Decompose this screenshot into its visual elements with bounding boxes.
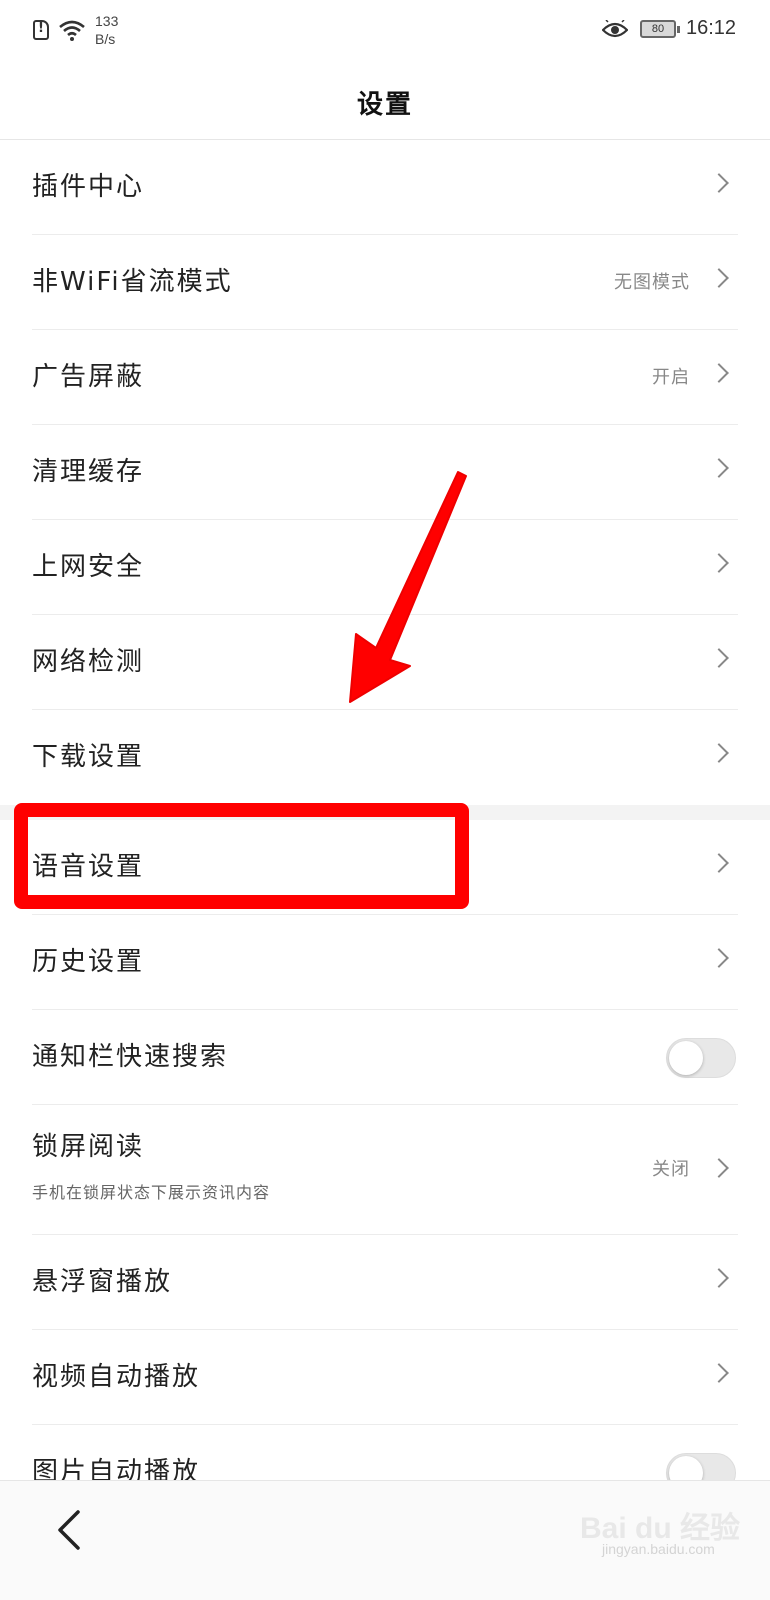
setting-floating-window[interactable]: 悬浮窗播放 <box>0 1235 770 1330</box>
chevron-right-icon <box>709 268 729 288</box>
setting-download[interactable]: 下载设置 <box>0 710 770 805</box>
setting-value: 无图模式 <box>614 272 690 293</box>
setting-label: 历史设置 <box>32 947 145 977</box>
wifi-icon <box>59 20 85 41</box>
setting-label: 插件中心 <box>32 172 145 202</box>
clock: 16:12 <box>686 17 737 39</box>
setting-value: 关闭 <box>652 1159 690 1180</box>
battery-icon: 80 <box>640 20 680 38</box>
setting-label: 网络检测 <box>32 647 145 677</box>
setting-label: 视频自动播放 <box>32 1362 201 1392</box>
page-title: 设置 <box>356 90 413 120</box>
setting-label: 悬浮窗播放 <box>32 1267 173 1297</box>
status-bar: 133 B/s 80 16:12 <box>0 0 770 62</box>
watermark-url: jingyan.baidu.com <box>602 1541 715 1557</box>
setting-value: 开启 <box>652 367 690 388</box>
network-speed: 133 B/s <box>95 12 118 48</box>
setting-label: 上网安全 <box>32 552 145 582</box>
chevron-right-icon <box>709 1268 729 1288</box>
chevron-right-icon <box>709 648 729 668</box>
bottom-bar: Bai du 经验 jingyan.baidu.com <box>0 1480 770 1600</box>
setting-label: 非WiFi省流模式 <box>32 267 233 297</box>
annotation-arrow <box>349 471 467 703</box>
chevron-right-icon <box>709 553 729 573</box>
setting-lockscreen-reading[interactable]: 锁屏阅读 手机在锁屏状态下展示资讯内容 关闭 <box>0 1105 770 1235</box>
setting-video-autoplay[interactable]: 视频自动播放 <box>0 1330 770 1425</box>
notification-search-toggle[interactable] <box>666 1038 736 1078</box>
chevron-right-icon <box>709 173 729 193</box>
chevron-right-icon <box>709 1158 729 1178</box>
setting-label: 锁屏阅读 <box>32 1132 145 1162</box>
chevron-right-icon <box>709 458 729 478</box>
setting-ad-block[interactable]: 广告屏蔽 开启 <box>0 330 770 425</box>
setting-label: 下载设置 <box>32 742 145 772</box>
chevron-right-icon <box>709 363 729 383</box>
setting-notification-search: 通知栏快速搜索 <box>0 1010 770 1105</box>
app-header: 设置 <box>0 62 770 140</box>
setting-non-wifi-saver[interactable]: 非WiFi省流模式 无图模式 <box>0 235 770 330</box>
setting-label: 通知栏快速搜索 <box>32 1042 229 1072</box>
chevron-right-icon <box>709 853 729 873</box>
setting-description: 手机在锁屏状态下展示资讯内容 <box>32 1183 271 1202</box>
chevron-right-icon <box>709 948 729 968</box>
eye-comfort-icon <box>602 20 628 38</box>
setting-plugin-center[interactable]: 插件中心 <box>0 140 770 235</box>
setting-label: 清理缓存 <box>32 457 145 487</box>
toggle-knob <box>669 1041 703 1075</box>
back-arrow-icon[interactable] <box>52 1509 86 1551</box>
chevron-right-icon <box>709 1363 729 1383</box>
setting-history[interactable]: 历史设置 <box>0 915 770 1010</box>
network-speed-unit: B/s <box>95 31 116 47</box>
chevron-right-icon <box>709 743 729 763</box>
annotation-highlight-box <box>14 803 469 909</box>
network-speed-value: 133 <box>95 13 119 29</box>
setting-label: 广告屏蔽 <box>32 362 145 392</box>
sim-alert-icon <box>33 20 49 40</box>
